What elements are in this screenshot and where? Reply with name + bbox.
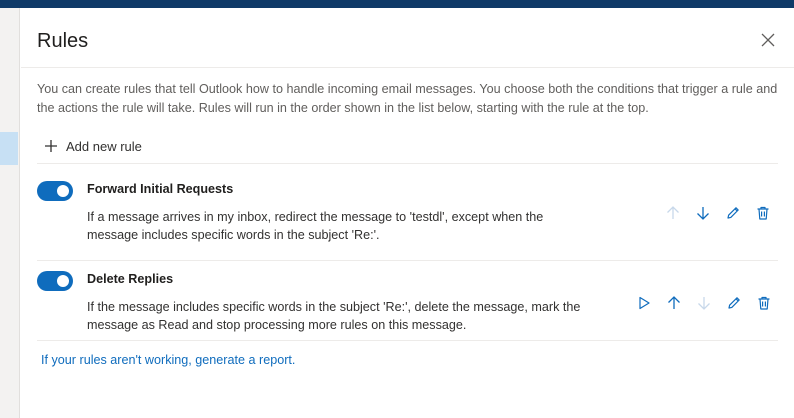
plus-icon [45,140,57,152]
move-up-button [663,203,683,223]
arrow-up-icon [668,296,680,309]
rule-item-delete-replies: Delete Replies If the message includes s… [37,271,778,341]
edit-rule-button[interactable] [724,293,744,313]
toggle-knob [57,185,69,197]
pencil-icon [728,297,740,309]
toggle-knob [57,275,69,287]
rule-separator [37,260,778,261]
edit-rule-button[interactable] [723,203,743,223]
rule-enabled-toggle[interactable] [37,271,73,291]
rule-name: Forward Initial Requests [87,182,234,196]
settings-nav-selected-indicator [0,132,18,165]
rule-separator [37,163,778,164]
move-down-button[interactable] [693,203,713,223]
pencil-icon [727,207,739,219]
delete-rule-button[interactable] [754,293,774,313]
rule-actions [663,203,783,223]
trash-icon [757,206,769,220]
add-new-rule-button[interactable]: Add new rule [43,136,142,156]
close-button[interactable] [758,30,778,50]
dialog-title: Rules [37,30,89,52]
trash-icon [758,296,770,310]
rule-separator [37,340,778,341]
run-rule-button[interactable] [634,293,654,313]
rule-name: Delete Replies [87,272,174,286]
arrow-down-icon [697,207,709,220]
close-icon [761,33,775,47]
settings-nav-strip [0,8,20,418]
delete-rule-button[interactable] [753,203,773,223]
header-divider [21,67,794,68]
rule-item-forward-initial-requests: Forward Initial Requests If a message ar… [37,181,778,251]
rule-actions [634,293,784,313]
move-up-button[interactable] [664,293,684,313]
play-icon [639,296,650,310]
rule-description: If the message includes specific words i… [87,300,581,332]
arrow-up-icon [667,206,679,219]
generate-report-link[interactable]: If your rules aren't working, generate a… [41,353,295,367]
arrow-down-icon [698,297,710,310]
app-header-bar [0,0,794,8]
rules-description: You can create rules that tell Outlook h… [37,82,778,115]
add-new-rule-label: Add new rule [66,138,142,154]
move-down-button [694,293,714,313]
rules-dialog: Rules You can create rules that tell Out… [21,8,794,418]
rule-enabled-toggle[interactable] [37,181,73,201]
rule-description: If a message arrives in my inbox, redire… [87,210,544,242]
